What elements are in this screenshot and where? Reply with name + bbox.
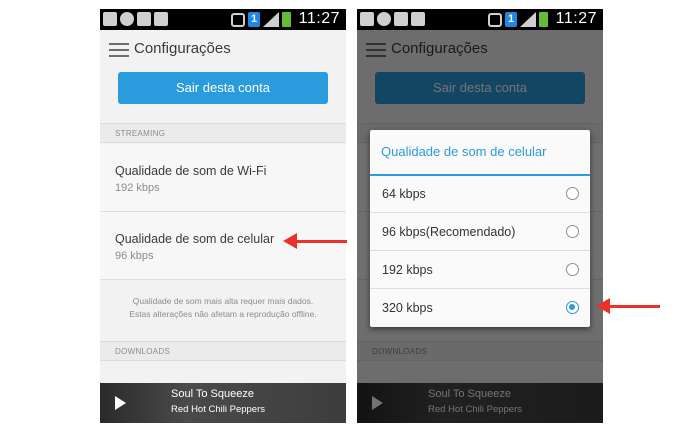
mute-icon	[231, 13, 245, 27]
track-title: Soul To Squeeze	[171, 388, 254, 400]
image-notification-icon	[394, 12, 408, 26]
sim-badge: 1	[505, 12, 517, 27]
setting-title: Qualidade de som de Wi-Fi	[115, 164, 267, 178]
section-header-downloads: DOWNLOADS	[100, 341, 346, 361]
status-time: 11:27	[555, 10, 597, 27]
quality-option-192[interactable]: 192 kbps	[370, 252, 590, 289]
signal-icon	[263, 12, 279, 27]
section-label: STREAMING	[115, 129, 166, 138]
status-time: 11:27	[298, 10, 340, 27]
dialog-title: Qualidade de som de celular	[381, 144, 547, 159]
mini-player[interactable]: Soul To Squeeze Red Hot Chili Peppers	[100, 383, 346, 423]
radio-selected-icon[interactable]	[566, 301, 579, 314]
quality-option-64[interactable]: 64 kbps	[370, 176, 590, 213]
app-bar: Configurações	[100, 30, 346, 68]
add-notification-icon	[360, 12, 374, 26]
battery-icon	[282, 12, 291, 27]
screenshot-comparison: 1 11:27 Configurações Sair desta conta S…	[0, 0, 695, 435]
option-label: 192 kbps	[382, 263, 433, 277]
status-bar: 1 11:27	[100, 9, 346, 30]
arrow-icon	[283, 233, 347, 249]
option-label: 96 kbps(Recomendado)	[382, 225, 516, 239]
option-label: 320 kbps	[382, 301, 433, 315]
radio-icon[interactable]	[566, 187, 579, 200]
setting-title: Qualidade de som de celular	[115, 232, 275, 246]
option-label: 64 kbps	[382, 187, 426, 201]
quality-option-96[interactable]: 96 kbps(Recomendado)	[370, 214, 590, 251]
setting-value: 96 kbps	[115, 250, 154, 262]
quality-dialog: Qualidade de som de celular 64 kbps 96 k…	[370, 130, 590, 327]
home-notification-icon	[411, 12, 425, 26]
radio-icon[interactable]	[566, 225, 579, 238]
image-notification-icon	[137, 12, 151, 26]
hamburger-menu-icon[interactable]	[109, 43, 129, 57]
add-notification-icon	[103, 12, 117, 26]
status-bar: 1 11:27	[357, 9, 603, 30]
cell-quality-setting[interactable]: Qualidade de som de celular 96 kbps	[100, 212, 346, 280]
chat-notification-icon	[377, 12, 391, 26]
battery-icon	[539, 12, 548, 27]
quality-option-320[interactable]: 320 kbps	[370, 290, 590, 327]
home-notification-icon	[154, 12, 168, 26]
wifi-icon	[488, 13, 502, 27]
arrow-icon	[596, 298, 660, 314]
setting-value: 192 kbps	[115, 182, 160, 194]
chat-notification-icon	[120, 12, 134, 26]
phone-dialog-screen: 1 11:27 Configurações Sair desta conta D…	[357, 9, 603, 423]
play-icon[interactable]	[115, 396, 126, 410]
section-label: DOWNLOADS	[115, 347, 171, 356]
quality-note: Qualidade de som mais alta requer mais d…	[129, 296, 317, 319]
phone-settings-screen: 1 11:27 Configurações Sair desta conta S…	[100, 9, 346, 423]
page-title: Configurações	[134, 40, 231, 57]
section-header-streaming: STREAMING	[100, 123, 346, 143]
logout-button[interactable]: Sair desta conta	[118, 72, 328, 104]
wifi-quality-setting[interactable]: Qualidade de som de Wi-Fi 192 kbps	[100, 144, 346, 212]
sim-badge: 1	[248, 12, 260, 27]
signal-icon	[520, 12, 536, 27]
track-artist: Red Hot Chili Peppers	[171, 404, 265, 415]
radio-icon[interactable]	[566, 263, 579, 276]
